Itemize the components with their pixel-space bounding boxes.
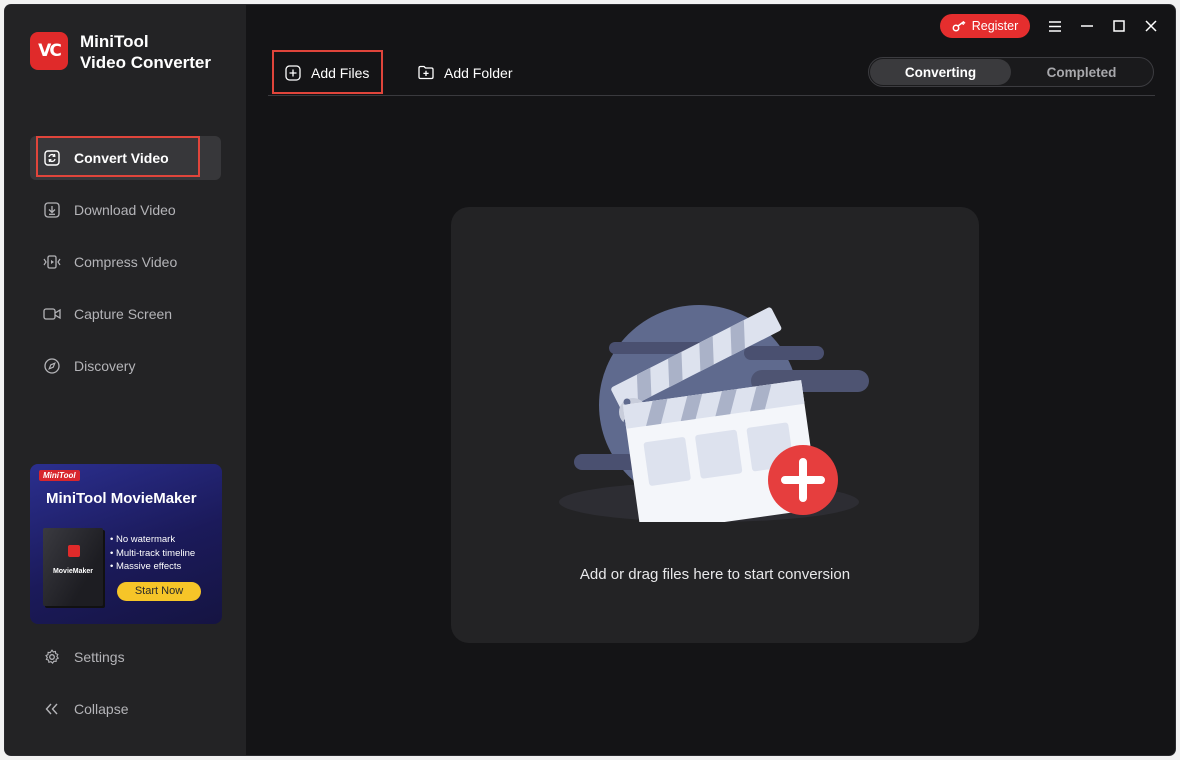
settings-button[interactable]: Settings [30,635,221,679]
close-icon [1145,20,1157,32]
app-name-line1: MiniTool [80,32,149,51]
sidebar-item-label: Capture Screen [74,306,173,322]
gear-icon [43,648,61,666]
drop-zone-text: Add or drag files here to start conversi… [579,566,851,583]
close-button[interactable] [1139,14,1163,38]
register-label: Register [971,19,1019,33]
add-folder-icon [418,65,434,81]
hamburger-menu-icon [1049,20,1061,32]
maximize-button[interactable] [1107,14,1131,38]
app-logo: VC [30,32,68,70]
highlight-outline-convert-video [36,136,200,177]
file-drop-zone[interactable]: Add or drag files here to start conversi… [451,207,979,643]
promo-brand-logo: MiniTool [39,470,80,481]
conversion-tabs: Converting Completed [868,57,1154,87]
tab-converting[interactable]: Converting [870,59,1011,85]
highlight-outline-add-files [272,50,383,94]
main-area: Register Add Files Add Folder Converting… [246,5,1175,755]
app-name: MiniTool Video Converter [80,31,211,73]
sidebar-item-label: Discovery [74,358,136,374]
sidebar-item-capture-screen[interactable]: Capture Screen [30,292,221,336]
toolbar-divider [268,95,1155,96]
register-button[interactable]: Register [940,14,1030,38]
collapse-button[interactable]: Collapse [30,687,221,731]
promo-product-box: MovieMaker [43,528,103,606]
sidebar-item-download-video[interactable]: Download Video [30,188,221,232]
app-name-line2: Video Converter [80,53,212,72]
promo-feature-item: • Massive effects [110,561,182,572]
moviemaker-promo-banner[interactable]: MiniTool MiniTool MovieMaker MovieMaker … [30,464,222,624]
camera-icon [43,305,61,323]
clapperboard-add-illustration [559,305,869,522]
sidebar-item-compress-video[interactable]: Compress Video [30,240,221,284]
minimize-icon [1081,20,1093,32]
compress-icon [43,253,61,271]
sidebar: VC MiniTool Video Converter Convert Vide… [5,5,246,755]
minimize-button[interactable] [1075,14,1099,38]
compass-icon [43,357,61,375]
promo-feature-item: • No watermark [110,534,176,545]
menu-button[interactable] [1043,14,1067,38]
promo-title: MiniTool MovieMaker [46,490,197,507]
settings-label: Settings [74,649,125,665]
sidebar-item-label: Compress Video [74,254,178,270]
promo-feature-item: • Multi-track timeline [110,547,196,559]
sidebar-item-label: Download Video [74,202,176,218]
app-window: VC MiniTool Video Converter Convert Vide… [5,5,1175,755]
sidebar-item-discovery[interactable]: Discovery [30,344,221,388]
key-icon [952,20,966,32]
promo-box-name: MovieMaker [52,568,94,575]
collapse-label: Collapse [74,701,129,717]
promo-feature-list: • No watermark • Multi-track timeline • … [110,533,195,574]
add-folder-label: Add Folder [444,65,513,81]
double-chevron-left-icon [43,700,61,718]
download-icon [43,201,61,219]
tab-completed[interactable]: Completed [1011,59,1152,85]
promo-box-logo-icon [68,545,80,557]
start-now-button[interactable]: Start Now [117,582,201,601]
maximize-icon [1113,20,1125,32]
add-folder-button[interactable]: Add Folder [418,59,512,87]
